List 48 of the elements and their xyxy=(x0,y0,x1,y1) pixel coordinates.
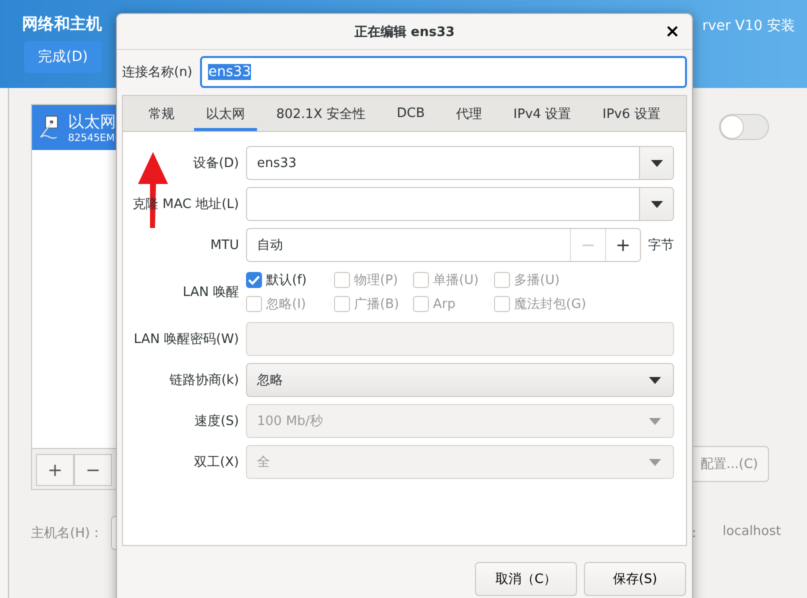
mtu-spinbox[interactable]: 自动 − + xyxy=(246,228,641,262)
page-title: 网络和主机 xyxy=(22,14,102,35)
connection-item[interactable]: 以太网 82545EM xyxy=(32,105,116,150)
dropdown-arrow-icon xyxy=(649,418,661,424)
combo-field[interactable]: ens33 xyxy=(246,146,674,180)
field-label: 速度(S) xyxy=(194,413,239,430)
field-label: LAN 唤醒密码(W) xyxy=(132,331,239,348)
dropdown-arrow-icon xyxy=(650,200,662,208)
dropdown-arrow-icon xyxy=(649,458,661,466)
field-label: MTU xyxy=(209,238,239,252)
select-dropdown[interactable]: 忽略 xyxy=(246,363,674,397)
combo-field[interactable] xyxy=(246,187,674,221)
hostname-label: 主机名(H)： xyxy=(31,525,103,542)
connection-name-field[interactable]: ens33 xyxy=(200,56,687,88)
dropdown-button[interactable] xyxy=(639,147,673,179)
tab[interactable]: IPv4 设置 xyxy=(501,96,584,131)
field-label: 设备(D) xyxy=(192,155,239,172)
field-label: 双工(X) xyxy=(192,454,239,471)
add-button[interactable]: + xyxy=(36,454,74,486)
connection-name: 以太网 xyxy=(68,112,116,132)
tab[interactable]: 802.1X 安全性 xyxy=(264,96,378,131)
dropdown-button[interactable] xyxy=(639,188,673,220)
cancel-button[interactable]: 取消（C） xyxy=(475,562,577,596)
remove-button[interactable]: − xyxy=(74,454,112,486)
checkmark-icon xyxy=(248,275,260,285)
tab[interactable]: 常规 xyxy=(136,96,187,131)
dropdown-arrow-icon xyxy=(650,160,662,166)
tab[interactable]: DCB xyxy=(384,96,437,131)
combo-value: ens33 xyxy=(256,156,298,170)
mtu-value: 自动 xyxy=(256,237,284,254)
connection-switch[interactable] xyxy=(719,114,769,140)
field-label: LAN 唤醒 xyxy=(182,284,239,301)
wake-option-checkbox[interactable]: 默认(f) xyxy=(246,271,334,289)
installer-title: rver V10 安装 xyxy=(702,17,795,36)
tab[interactable]: 代理 xyxy=(444,96,494,131)
increment-button[interactable]: + xyxy=(605,229,640,261)
save-button[interactable]: 保存(S) xyxy=(584,562,686,596)
dropdown-arrow-icon xyxy=(649,376,661,384)
current-hostname: localhost xyxy=(722,524,781,541)
tab[interactable]: IPv6 设置 xyxy=(590,96,672,131)
field-label: 链路协商(k) xyxy=(168,372,239,389)
close-button[interactable]: × xyxy=(660,21,684,42)
tab[interactable]: 以太网 xyxy=(194,96,257,131)
unit-label: 字节 xyxy=(648,237,674,254)
dialog-title: 正在编辑 ens33 xyxy=(354,24,455,40)
connection-name-label: 连接名称(n) xyxy=(122,64,192,81)
current-hostname-label: ： xyxy=(688,525,701,542)
connection-detail: 82545EM xyxy=(68,132,116,144)
